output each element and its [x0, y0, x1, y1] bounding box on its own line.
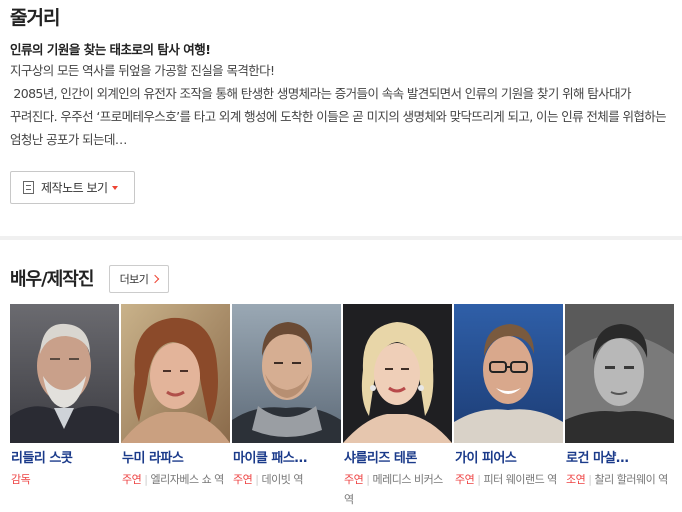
cast-card[interactable]: 가이 피어스 주연 | 피터 웨이랜드 역	[454, 304, 563, 512]
caret-down-icon	[111, 185, 118, 190]
cast-photo[interactable]	[343, 304, 452, 443]
cast-role: 찰리 할러웨이 역	[594, 473, 668, 486]
cast-card[interactable]: 샤를리즈 테론 주연 | 메레디스 비커스 역	[343, 304, 452, 512]
cast-type: 감독	[11, 473, 31, 486]
cast-type: 주연	[455, 473, 475, 486]
cast-name[interactable]: 로건 마샬…	[566, 447, 674, 467]
production-note-label: 제작노트 보기	[41, 181, 108, 195]
role-separator: |	[144, 473, 148, 486]
cast-type: 주연	[233, 473, 253, 486]
production-note-button[interactable]: 제작노트 보기	[10, 171, 135, 204]
cast-role-info: 주연 | 데이빗 역	[233, 470, 340, 490]
cast-type: 조연	[566, 473, 586, 486]
cast-name[interactable]: 누미 라파스	[122, 447, 230, 467]
cast-role-info: 주연 | 피터 웨이랜드 역	[455, 470, 562, 490]
role-separator: |	[477, 473, 481, 486]
cast-list: 리들리 스콧 감독 누미 라파스 주연 | 엘리자베스 쇼 역 마이클 패스… …	[10, 304, 676, 512]
cast-role: 엘리자베스 쇼 역	[150, 473, 224, 486]
cast-role-info: 조연 | 찰리 할러웨이 역	[566, 470, 673, 490]
role-separator: |	[366, 473, 370, 486]
cast-more-button[interactable]: 더보기	[109, 265, 169, 293]
cast-photo[interactable]	[10, 304, 119, 443]
cast-name[interactable]: 가이 피어스	[455, 447, 563, 467]
cast-photo[interactable]	[565, 304, 674, 443]
cast-name[interactable]: 마이클 패스…	[233, 447, 341, 467]
cast-role-info: 주연 | 엘리자베스 쇼 역	[122, 470, 229, 490]
cast-card[interactable]: 로건 마샬… 조연 | 찰리 할러웨이 역	[565, 304, 674, 512]
plot-headline: 인류의 기원을 찾는 태초로의 탐사 여행!	[10, 42, 211, 57]
cast-name[interactable]: 샤를리즈 테론	[344, 447, 452, 467]
cast-card[interactable]: 누미 라파스 주연 | 엘리자베스 쇼 역	[121, 304, 230, 512]
cast-photo[interactable]	[454, 304, 563, 443]
document-icon	[23, 181, 34, 194]
role-separator: |	[255, 473, 259, 486]
cast-title: 배우/제작진	[10, 269, 94, 290]
plot-title: 줄거리	[10, 7, 60, 29]
cast-role-info: 감독	[11, 470, 118, 490]
cast-card[interactable]: 리들리 스콧 감독	[10, 304, 119, 512]
chevron-right-icon	[151, 274, 160, 284]
cast-photo[interactable]	[232, 304, 341, 443]
section-divider	[0, 236, 682, 240]
cast-more-label: 더보기	[119, 273, 149, 286]
plot-body: 지구상의 모든 역사를 뒤엎을 가공할 진실을 목격한다! 2085년, 인간이…	[10, 63, 667, 147]
cast-photo[interactable]	[121, 304, 230, 443]
cast-card[interactable]: 마이클 패스… 주연 | 데이빗 역	[232, 304, 341, 512]
cast-role-info: 주연 | 메레디스 비커스 역	[344, 470, 451, 510]
role-separator: |	[588, 473, 592, 486]
cast-role: 데이빗 역	[261, 473, 303, 486]
cast-type: 주연	[122, 473, 142, 486]
cast-type: 주연	[344, 473, 364, 486]
cast-role: 피터 웨이랜드 역	[483, 473, 557, 486]
cast-name[interactable]: 리들리 스콧	[11, 447, 119, 467]
